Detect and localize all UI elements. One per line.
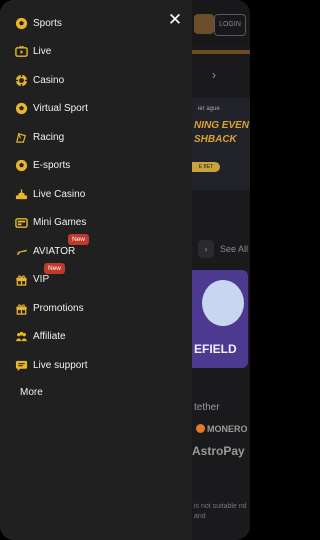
- affiliate-icon: [14, 330, 28, 344]
- menu-item-virtual-sport[interactable]: Virtual Sport: [14, 98, 184, 120]
- menu-item-label: Mini Games: [33, 217, 87, 228]
- menu-item-live-casino[interactable]: Live Casino: [14, 183, 184, 205]
- menu-item-casino[interactable]: Casino: [14, 69, 184, 91]
- payment-monero-label: MONERO: [207, 424, 248, 434]
- new-badge: New: [68, 234, 90, 245]
- menu-item-live-support[interactable]: Live support: [14, 354, 184, 376]
- payment-astropay: AstroPay: [192, 444, 245, 458]
- menu-item-sports[interactable]: Sports: [14, 12, 184, 34]
- menu-item-label: E-sports: [33, 160, 71, 171]
- soccer-ball-icon: [14, 102, 28, 116]
- menu-item-promotions[interactable]: Promotions: [14, 297, 184, 319]
- menu-item-label: Promotions: [33, 302, 84, 314]
- menu-item-aviator[interactable]: AVIATOR New: [14, 234, 184, 262]
- menu-item-label: Live: [33, 46, 52, 57]
- menu-item-label: Racing: [33, 131, 65, 143]
- game-title: EFIELD: [194, 342, 237, 356]
- promo-headline: NING EVEN: [194, 120, 250, 131]
- game-mascot-image: [202, 280, 244, 326]
- menu-item-affiliate[interactable]: Affiliate: [14, 326, 184, 348]
- app-screen: LOGIN › ier ague NING EVEN SHBACK E BET …: [0, 0, 250, 540]
- deposit-button[interactable]: [194, 14, 214, 34]
- see-all-link[interactable]: See All: [220, 244, 248, 254]
- promo-league-text: ier ague: [198, 106, 220, 112]
- menu-item-label: Casino: [33, 74, 65, 86]
- menu-item-mini-games[interactable]: Mini Games: [14, 212, 184, 234]
- fine-print: is not suitable nd and: [194, 503, 247, 520]
- game-card[interactable]: EFIELD: [192, 270, 248, 368]
- menu-item-label: Live support: [33, 359, 88, 371]
- soccer-ball-icon: [14, 16, 28, 30]
- menu-item-label: AVIATOR: [33, 245, 76, 257]
- menu-item-racing[interactable]: Racing: [14, 126, 184, 148]
- plane-icon: [14, 244, 28, 258]
- racing-flag-icon: [14, 130, 28, 144]
- login-button[interactable]: LOGIN: [214, 14, 246, 36]
- monero-icon: [196, 424, 205, 433]
- nav-drawer: ✕ Sports Live Casino Virtual Sport Racing E-s…: [0, 0, 192, 540]
- promo-subheadline: SHBACK: [194, 134, 237, 145]
- promo-banner[interactable]: ier ague NING EVEN SHBACK E BET: [192, 98, 250, 190]
- mini-games-icon: [14, 216, 28, 230]
- gift-icon: [14, 301, 28, 315]
- chat-icon: [14, 358, 28, 372]
- new-badge: New: [44, 262, 66, 274]
- live-casino-icon: [14, 187, 28, 201]
- payment-monero: MONERO: [196, 424, 248, 434]
- menu-item-label: Virtual Sport: [33, 103, 88, 114]
- menu-item-label: Sports: [33, 17, 62, 29]
- menu-item-live[interactable]: Live: [14, 41, 184, 63]
- menu-item-label: Live Casino: [33, 188, 86, 200]
- promo-bet-button[interactable]: E BET: [192, 162, 220, 172]
- live-tv-icon: [14, 45, 28, 59]
- menu-item-label: Affiliate: [33, 331, 66, 342]
- casino-chip-icon: [14, 73, 28, 87]
- more-link[interactable]: More: [20, 387, 43, 398]
- chevron-right-icon[interactable]: ›: [212, 68, 216, 82]
- gift-icon: [14, 273, 28, 287]
- soccer-ball-icon: [14, 159, 28, 173]
- payment-tether: tether: [194, 402, 220, 413]
- chevron-right-icon[interactable]: ›: [198, 240, 214, 258]
- menu-item-e-sports[interactable]: E-sports: [14, 155, 184, 177]
- menu-item-label: VIP: [33, 274, 50, 285]
- menu-item-vip[interactable]: VIP New: [14, 262, 184, 291]
- highlight-bar: [192, 50, 250, 54]
